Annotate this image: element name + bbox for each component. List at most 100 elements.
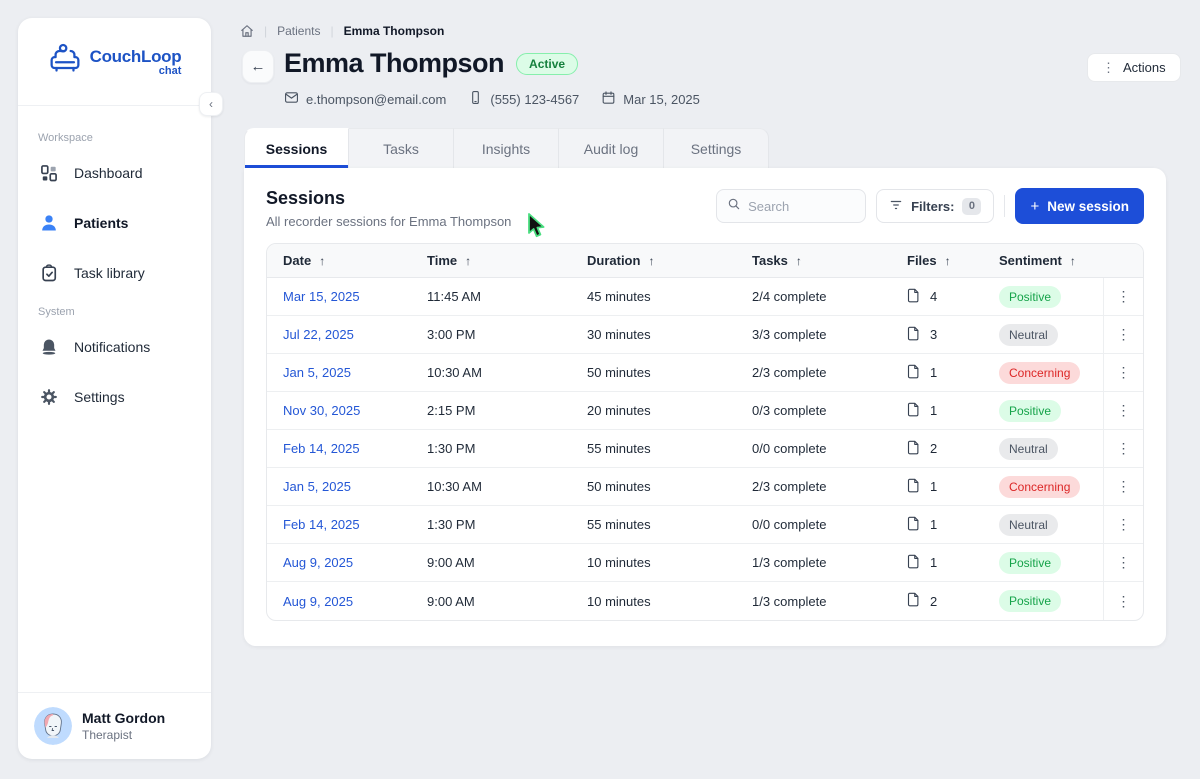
- tab-settings[interactable]: Settings: [664, 128, 769, 168]
- session-duration: 45 minutes: [587, 289, 752, 304]
- breadcrumb: | Patients | Emma Thompson: [240, 24, 444, 38]
- table-row[interactable]: Feb 14, 20251:30 PM55 minutes0/0 complet…: [267, 430, 1143, 468]
- sort-ascending-icon: ↑: [648, 254, 654, 268]
- column-header-tasks[interactable]: Tasks↑: [752, 253, 907, 268]
- table-row[interactable]: Jan 5, 202510:30 AM50 minutes2/3 complet…: [267, 354, 1143, 392]
- tab-tasks[interactable]: Tasks: [349, 128, 454, 168]
- row-menu-button[interactable]: ⋮: [1103, 544, 1143, 581]
- table-row[interactable]: Jan 5, 202510:30 AM50 minutes2/3 complet…: [267, 468, 1143, 506]
- table-row[interactable]: Mar 15, 202511:45 AM45 minutes2/4 comple…: [267, 278, 1143, 316]
- row-menu-button[interactable]: ⋮: [1103, 354, 1143, 391]
- contact-row: e.thompson@email.com (555) 123-4567 Mar …: [284, 90, 700, 108]
- row-menu-button[interactable]: ⋮: [1103, 278, 1143, 315]
- column-header-files[interactable]: Files↑: [907, 253, 999, 268]
- couch-logo-icon: [48, 43, 82, 80]
- file-icon: [907, 326, 920, 344]
- filters-button[interactable]: Filters: 0: [876, 189, 994, 223]
- sidebar-item-notifications[interactable]: Notifications: [32, 326, 197, 368]
- session-duration: 50 minutes: [587, 365, 752, 380]
- user-role: Therapist: [82, 728, 165, 742]
- session-date-link[interactable]: Feb 14, 2025: [283, 441, 360, 456]
- file-icon: [907, 440, 920, 458]
- task-library-icon: [38, 262, 60, 284]
- file-icon: [907, 288, 920, 306]
- table-row[interactable]: Aug 9, 20259:00 AM10 minutes1/3 complete…: [267, 544, 1143, 582]
- session-date-link[interactable]: Jan 5, 2025: [283, 365, 351, 380]
- session-tasks: 0/3 complete: [752, 403, 907, 418]
- tab-insights[interactable]: Insights: [454, 128, 559, 168]
- user-avatar: [34, 707, 72, 745]
- search-box[interactable]: [716, 189, 866, 223]
- session-date-link[interactable]: Aug 9, 2025: [283, 594, 353, 609]
- column-header-sentiment[interactable]: Sentiment↑: [999, 253, 1103, 268]
- notifications-icon: [38, 336, 60, 358]
- row-menu-button[interactable]: ⋮: [1103, 582, 1143, 620]
- panel-title: Sessions: [266, 188, 511, 209]
- tab-sessions[interactable]: Sessions: [244, 128, 349, 168]
- table-row[interactable]: Nov 30, 20252:15 PM20 minutes0/3 complet…: [267, 392, 1143, 430]
- session-date-link[interactable]: Jul 22, 2025: [283, 327, 354, 342]
- session-date-link[interactable]: Jan 5, 2025: [283, 479, 351, 494]
- filters-count-badge: 0: [962, 198, 981, 215]
- session-duration: 20 minutes: [587, 403, 752, 418]
- filter-icon: [889, 198, 903, 215]
- sort-ascending-icon: ↑: [796, 254, 802, 268]
- breadcrumb-current: Emma Thompson: [344, 24, 445, 38]
- sidebar-item-settings[interactable]: Settings: [32, 376, 197, 418]
- kebab-menu-icon: ⋮: [1117, 288, 1131, 305]
- row-menu-button[interactable]: ⋮: [1103, 430, 1143, 467]
- column-header-date[interactable]: Date↑: [267, 253, 427, 268]
- kebab-menu-icon: ⋮: [1117, 402, 1131, 419]
- table-row[interactable]: Aug 9, 2025 9:00 AM10 minutes1/3 complete…: [267, 582, 1143, 620]
- actions-button[interactable]: ⋮ Actions: [1087, 53, 1181, 82]
- sentiment-badge: Positive: [999, 552, 1061, 574]
- search-input[interactable]: [748, 199, 855, 214]
- session-duration: 30 minutes: [587, 327, 752, 342]
- session-files: 3: [907, 326, 937, 344]
- home-icon[interactable]: [240, 24, 254, 38]
- table-row[interactable]: Feb 14, 20251:30 PM55 minutes0/0 complet…: [267, 506, 1143, 544]
- sentiment-badge: Concerning: [999, 476, 1080, 498]
- patient-date: Mar 15, 2025: [601, 90, 700, 108]
- sentiment-badge: Neutral: [999, 514, 1058, 536]
- row-menu-button[interactable]: ⋮: [1103, 468, 1143, 505]
- sidebar-item-patients[interactable]: Patients: [32, 202, 197, 244]
- row-menu-button[interactable]: ⋮: [1103, 392, 1143, 429]
- table-row[interactable]: Jul 22, 20253:00 PM30 minutes3/3 complet…: [267, 316, 1143, 354]
- session-date-link[interactable]: Aug 9, 2025: [283, 555, 353, 570]
- sidebar-item-dashboard[interactable]: Dashboard: [32, 152, 197, 194]
- sentiment-badge: Neutral: [999, 324, 1058, 346]
- sentiment-badge: Positive: [999, 400, 1061, 422]
- session-tasks: 0/0 complete: [752, 441, 907, 456]
- session-tasks: 2/3 complete: [752, 365, 907, 380]
- chevron-left-icon: ‹: [209, 97, 213, 111]
- new-session-button[interactable]: + New session: [1015, 188, 1144, 224]
- session-files: 2: [907, 592, 937, 610]
- session-files: 1: [907, 364, 937, 382]
- column-header-duration[interactable]: Duration↑: [587, 253, 752, 268]
- breadcrumb-patients[interactable]: Patients: [277, 24, 320, 38]
- user-card[interactable]: Matt Gordon Therapist: [18, 692, 211, 759]
- brand-logo: CouchLoop chat: [18, 18, 211, 106]
- file-icon: [907, 364, 920, 382]
- nav-section-label-system: System: [32, 306, 197, 318]
- session-date-link[interactable]: Feb 14, 2025: [283, 517, 360, 532]
- back-button[interactable]: ←: [242, 50, 274, 83]
- kebab-menu-icon: ⋮: [1117, 516, 1131, 533]
- session-files: 1: [907, 516, 937, 534]
- session-time: 9:00 AM: [427, 594, 587, 609]
- file-icon: [907, 402, 920, 420]
- sidebar-collapse-button[interactable]: ‹: [199, 92, 223, 116]
- session-duration: 50 minutes: [587, 479, 752, 494]
- row-menu-button[interactable]: ⋮: [1103, 506, 1143, 543]
- session-time: 9:00 AM: [427, 555, 587, 570]
- session-date-link[interactable]: Nov 30, 2025: [283, 403, 360, 418]
- session-tasks: 1/3 complete: [752, 594, 907, 609]
- session-date-link[interactable]: Mar 15, 2025: [283, 289, 360, 304]
- column-header-time[interactable]: Time↑: [427, 253, 587, 268]
- sidebar-item-task-library[interactable]: Task library: [32, 252, 197, 294]
- row-menu-button[interactable]: ⋮: [1103, 316, 1143, 353]
- page-title: Emma Thompson: [284, 48, 504, 79]
- session-duration: 10 minutes: [587, 594, 752, 609]
- tab-audit-log[interactable]: Audit log: [559, 128, 664, 168]
